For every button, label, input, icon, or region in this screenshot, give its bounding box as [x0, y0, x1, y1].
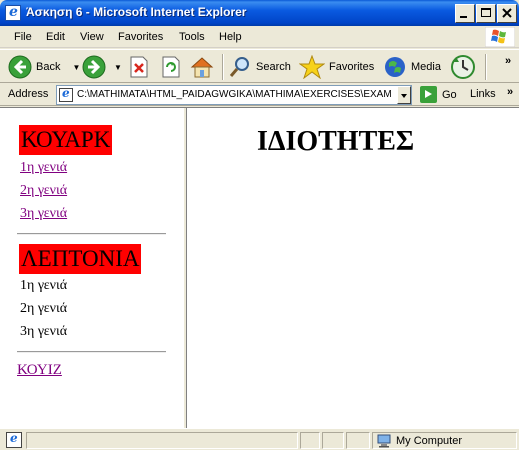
status-text-panel [26, 432, 298, 449]
divider [17, 233, 166, 235]
title-bar[interactable]: Άσκηση 6 - Microsoft Internet Explorer [0, 0, 519, 26]
refresh-button[interactable] [160, 52, 182, 82]
menu-help[interactable]: Help [219, 31, 242, 43]
favorites-label: Favorites [329, 61, 375, 73]
minimize-button[interactable] [455, 4, 475, 23]
search-icon [229, 57, 249, 77]
leptons-gen2-text: 2η γενιά [20, 301, 68, 316]
quarks-gen2-link[interactable]: 2η γενιά [20, 183, 67, 199]
toolbar-separator [485, 54, 487, 80]
toolbar-more-chevron-icon[interactable]: » [505, 55, 511, 67]
windows-logo-icon [485, 27, 515, 47]
menu-bar: File Edit View Favorites Tools Help [0, 26, 519, 48]
close-button[interactable] [497, 4, 517, 23]
forward-button[interactable]: ▼ [82, 52, 122, 82]
standard-toolbar: Back ▼ ▼ Search Favorites Media » [0, 49, 519, 83]
history-icon [451, 55, 475, 79]
section-heading-leptons: ΛΕΠΤΟΝΙΑ [19, 244, 142, 274]
my-computer-icon [377, 434, 391, 447]
home-button[interactable] [190, 52, 214, 82]
media-icon [385, 57, 405, 77]
back-arrow-icon [8, 55, 32, 79]
address-bar: Address C:\MATHIMATA\HTML_PAIDAGWGIKA\MA… [0, 84, 519, 106]
section-heading-quarks: ΚΟΥΑΡΚ [19, 125, 113, 155]
forward-dropdown-icon[interactable]: ▼ [114, 63, 122, 72]
status-panel [346, 432, 370, 449]
go-arrow-icon [420, 86, 437, 103]
search-label: Search [256, 61, 291, 73]
menu-edit[interactable]: Edit [46, 31, 65, 43]
links-chevron-icon[interactable]: » [507, 86, 513, 98]
divider [17, 351, 166, 353]
ie-page-icon [5, 4, 21, 21]
window-title: Άσκηση 6 - Microsoft Internet Explorer [26, 5, 247, 19]
menu-favorites[interactable]: Favorites [118, 31, 163, 43]
favorites-button[interactable]: Favorites [299, 52, 374, 82]
page-icon [59, 86, 73, 102]
media-label: Media [411, 61, 441, 73]
links-label[interactable]: Links [470, 88, 496, 100]
search-button[interactable]: Search [228, 52, 291, 82]
go-button[interactable]: Go [420, 86, 457, 103]
address-dropdown-icon[interactable] [397, 86, 411, 104]
security-zone: My Computer [374, 432, 514, 449]
close-icon [502, 8, 512, 18]
toolbar-separator [222, 54, 224, 80]
maximize-icon [481, 8, 491, 17]
menu-file[interactable]: File [14, 31, 32, 43]
quarks-gen1-link[interactable]: 1η γενιά [20, 160, 67, 176]
back-label: Back [36, 61, 61, 73]
refresh-icon [162, 56, 180, 78]
back-dropdown-icon[interactable]: ▼ [72, 63, 80, 72]
status-bar: My Computer [0, 428, 519, 450]
page-title: ΙΔΙΟΤΗΤΕΣ [257, 126, 415, 157]
minimize-icon [460, 16, 467, 18]
media-button[interactable]: Media [383, 52, 441, 82]
stop-icon [130, 56, 148, 78]
history-button[interactable] [450, 52, 476, 82]
browser-content: ΚΟΥΑΡΚ 1η γενιά 2η γενιά 3η γενιά ΛΕΠΤΟΝ… [0, 107, 519, 428]
zone-label: My Computer [396, 434, 463, 447]
back-button[interactable]: Back ▼ [8, 52, 80, 82]
leptons-gen1-text: 1η γενιά [20, 278, 68, 293]
navigation-frame: ΚΟΥΑΡΚ 1η γενιά 2η γενιά 3η γενιά ΛΕΠΤΟΝ… [0, 108, 183, 428]
main-frame: ΙΔΙΟΤΗΤΕΣ [187, 108, 519, 428]
forward-arrow-icon [82, 55, 106, 79]
quiz-link[interactable]: ΚΟΥΙΖ [17, 362, 62, 379]
address-label: Address [8, 88, 49, 100]
menu-tools[interactable]: Tools [179, 31, 205, 43]
stop-button[interactable] [128, 52, 150, 82]
menu-view[interactable]: View [80, 31, 104, 43]
home-icon [190, 57, 214, 78]
page-status-icon [6, 431, 22, 448]
maximize-button[interactable] [476, 4, 496, 23]
go-label: Go [442, 88, 457, 101]
address-input[interactable]: C:\MATHIMATA\HTML_PAIDAGWGIKA\MATHIMA\EX… [56, 85, 412, 105]
quarks-gen3-link[interactable]: 3η γενιά [20, 206, 67, 222]
status-panel [300, 432, 320, 449]
leptons-gen3-text: 3η γενιά [20, 324, 68, 339]
status-panel [322, 432, 344, 449]
favorites-star-icon [299, 55, 325, 79]
address-value: C:\MATHIMATA\HTML_PAIDAGWGIKA\MATHIMA\EX… [77, 89, 392, 100]
